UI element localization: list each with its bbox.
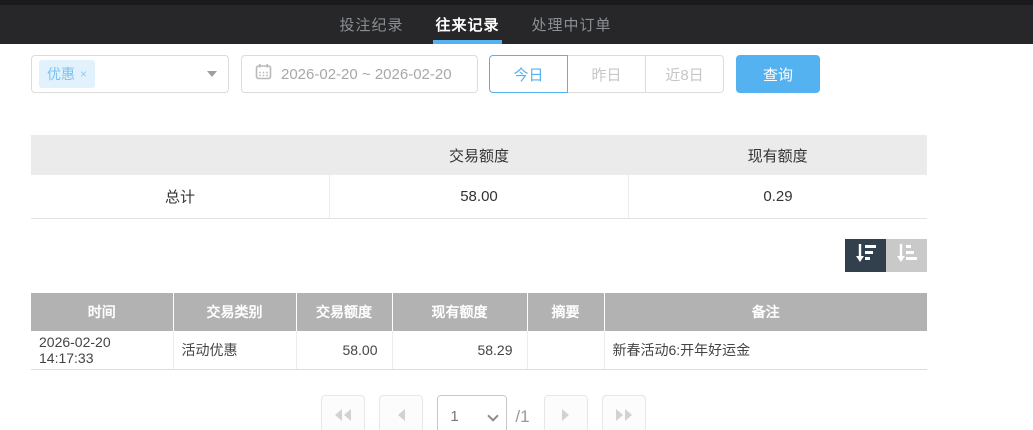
- header-trade-amount: 交易额度: [296, 293, 392, 331]
- selected-tag: 优惠 ×: [39, 60, 95, 88]
- previous-page-button[interactable]: [379, 395, 423, 430]
- records-header-row: 时间 交易类别 交易额度 现有额度 摘要 备注: [31, 293, 927, 331]
- header-type: 交易类别: [173, 293, 296, 331]
- last-8-days-button[interactable]: 近8日: [645, 55, 724, 93]
- sort-descending-icon: [855, 243, 877, 268]
- summary-table: 交易额度 现有额度 总计 58.00 0.29: [31, 135, 927, 219]
- summary-table-row: 总计 58.00 0.29: [31, 175, 927, 219]
- summary-total-label: 总计: [31, 175, 330, 218]
- next-page-button[interactable]: [544, 395, 588, 430]
- summary-header-blank: [31, 135, 330, 175]
- page-select-group: 1 /1: [437, 395, 529, 430]
- double-chevron-right-icon: [615, 408, 633, 426]
- date-range-picker[interactable]: 2026-02-20 ~ 2026-02-20: [241, 55, 478, 93]
- cell-note: 新春活动6:开年好运金: [604, 331, 927, 369]
- sort-descending-button[interactable]: [845, 239, 886, 272]
- header-note: 备注: [604, 293, 927, 331]
- summary-table-header: 交易额度 现有额度: [31, 135, 927, 175]
- yesterday-button[interactable]: 昨日: [567, 55, 646, 93]
- tab-transaction-records[interactable]: 往来记录: [419, 5, 515, 44]
- tab-processing-orders[interactable]: 处理中订单: [516, 5, 628, 44]
- first-page-button[interactable]: [321, 395, 365, 430]
- tab-label: 往来记录: [435, 14, 499, 35]
- header-current-amount: 现有额度: [392, 293, 527, 331]
- calendar-icon: [255, 63, 272, 85]
- header-time: 时间: [31, 293, 173, 331]
- summary-header-trade-amount: 交易额度: [330, 135, 629, 175]
- double-chevron-left-icon: [334, 408, 352, 426]
- sort-ascending-icon: [896, 243, 918, 268]
- filter-toolbar: 优惠 × 2026-02-20 ~ 2026-02-20 今日 昨日 近8日 查…: [31, 55, 1033, 93]
- cell-type: 活动优惠: [173, 331, 296, 369]
- page-number-select[interactable]: 1: [437, 395, 507, 430]
- date-range-value: 2026-02-20 ~ 2026-02-20: [281, 66, 452, 83]
- summary-header-current-amount: 现有额度: [628, 135, 927, 175]
- chevron-down-icon: [488, 410, 499, 421]
- summary-current-amount-value: 0.29: [629, 175, 927, 218]
- active-tab-underline: [433, 40, 501, 44]
- cell-time: 2026-02-20 14:17:33: [31, 331, 173, 369]
- chevron-left-icon: [397, 408, 406, 426]
- table-row: 2026-02-20 14:17:33 活动优惠 58.00 58.29 新春活…: [31, 331, 927, 369]
- cell-trade-amount: 58.00: [296, 331, 392, 369]
- tab-label: 投注纪录: [339, 14, 403, 35]
- search-button[interactable]: 查询: [736, 55, 820, 93]
- today-button[interactable]: 今日: [489, 55, 568, 93]
- summary-trade-amount-value: 58.00: [330, 175, 629, 218]
- sort-controls: [31, 239, 927, 272]
- page-number-value: 1: [450, 408, 458, 425]
- total-pages-label: /1: [515, 395, 529, 430]
- last-page-button[interactable]: [602, 395, 646, 430]
- records-table: 时间 交易类别 交易额度 现有额度 摘要 备注 2026-02-20 14:17…: [31, 293, 927, 370]
- quick-date-buttons: 今日 昨日 近8日: [489, 55, 724, 93]
- top-navbar: 投注纪录 往来记录 处理中订单: [0, 5, 1033, 44]
- tab-label: 处理中订单: [532, 14, 612, 35]
- tag-remove-icon[interactable]: ×: [80, 67, 87, 81]
- tab-betting-records[interactable]: 投注纪录: [323, 5, 419, 44]
- header-summary: 摘要: [527, 293, 604, 331]
- sort-ascending-button[interactable]: [886, 239, 927, 272]
- pagination: 1 /1: [0, 395, 1033, 430]
- chevron-down-icon: [207, 71, 217, 77]
- cell-summary: [527, 331, 604, 369]
- cell-current-amount: 58.29: [392, 331, 527, 369]
- category-multiselect[interactable]: 优惠 ×: [31, 55, 229, 93]
- selected-tag-label: 优惠: [47, 64, 75, 84]
- chevron-right-icon: [561, 408, 570, 426]
